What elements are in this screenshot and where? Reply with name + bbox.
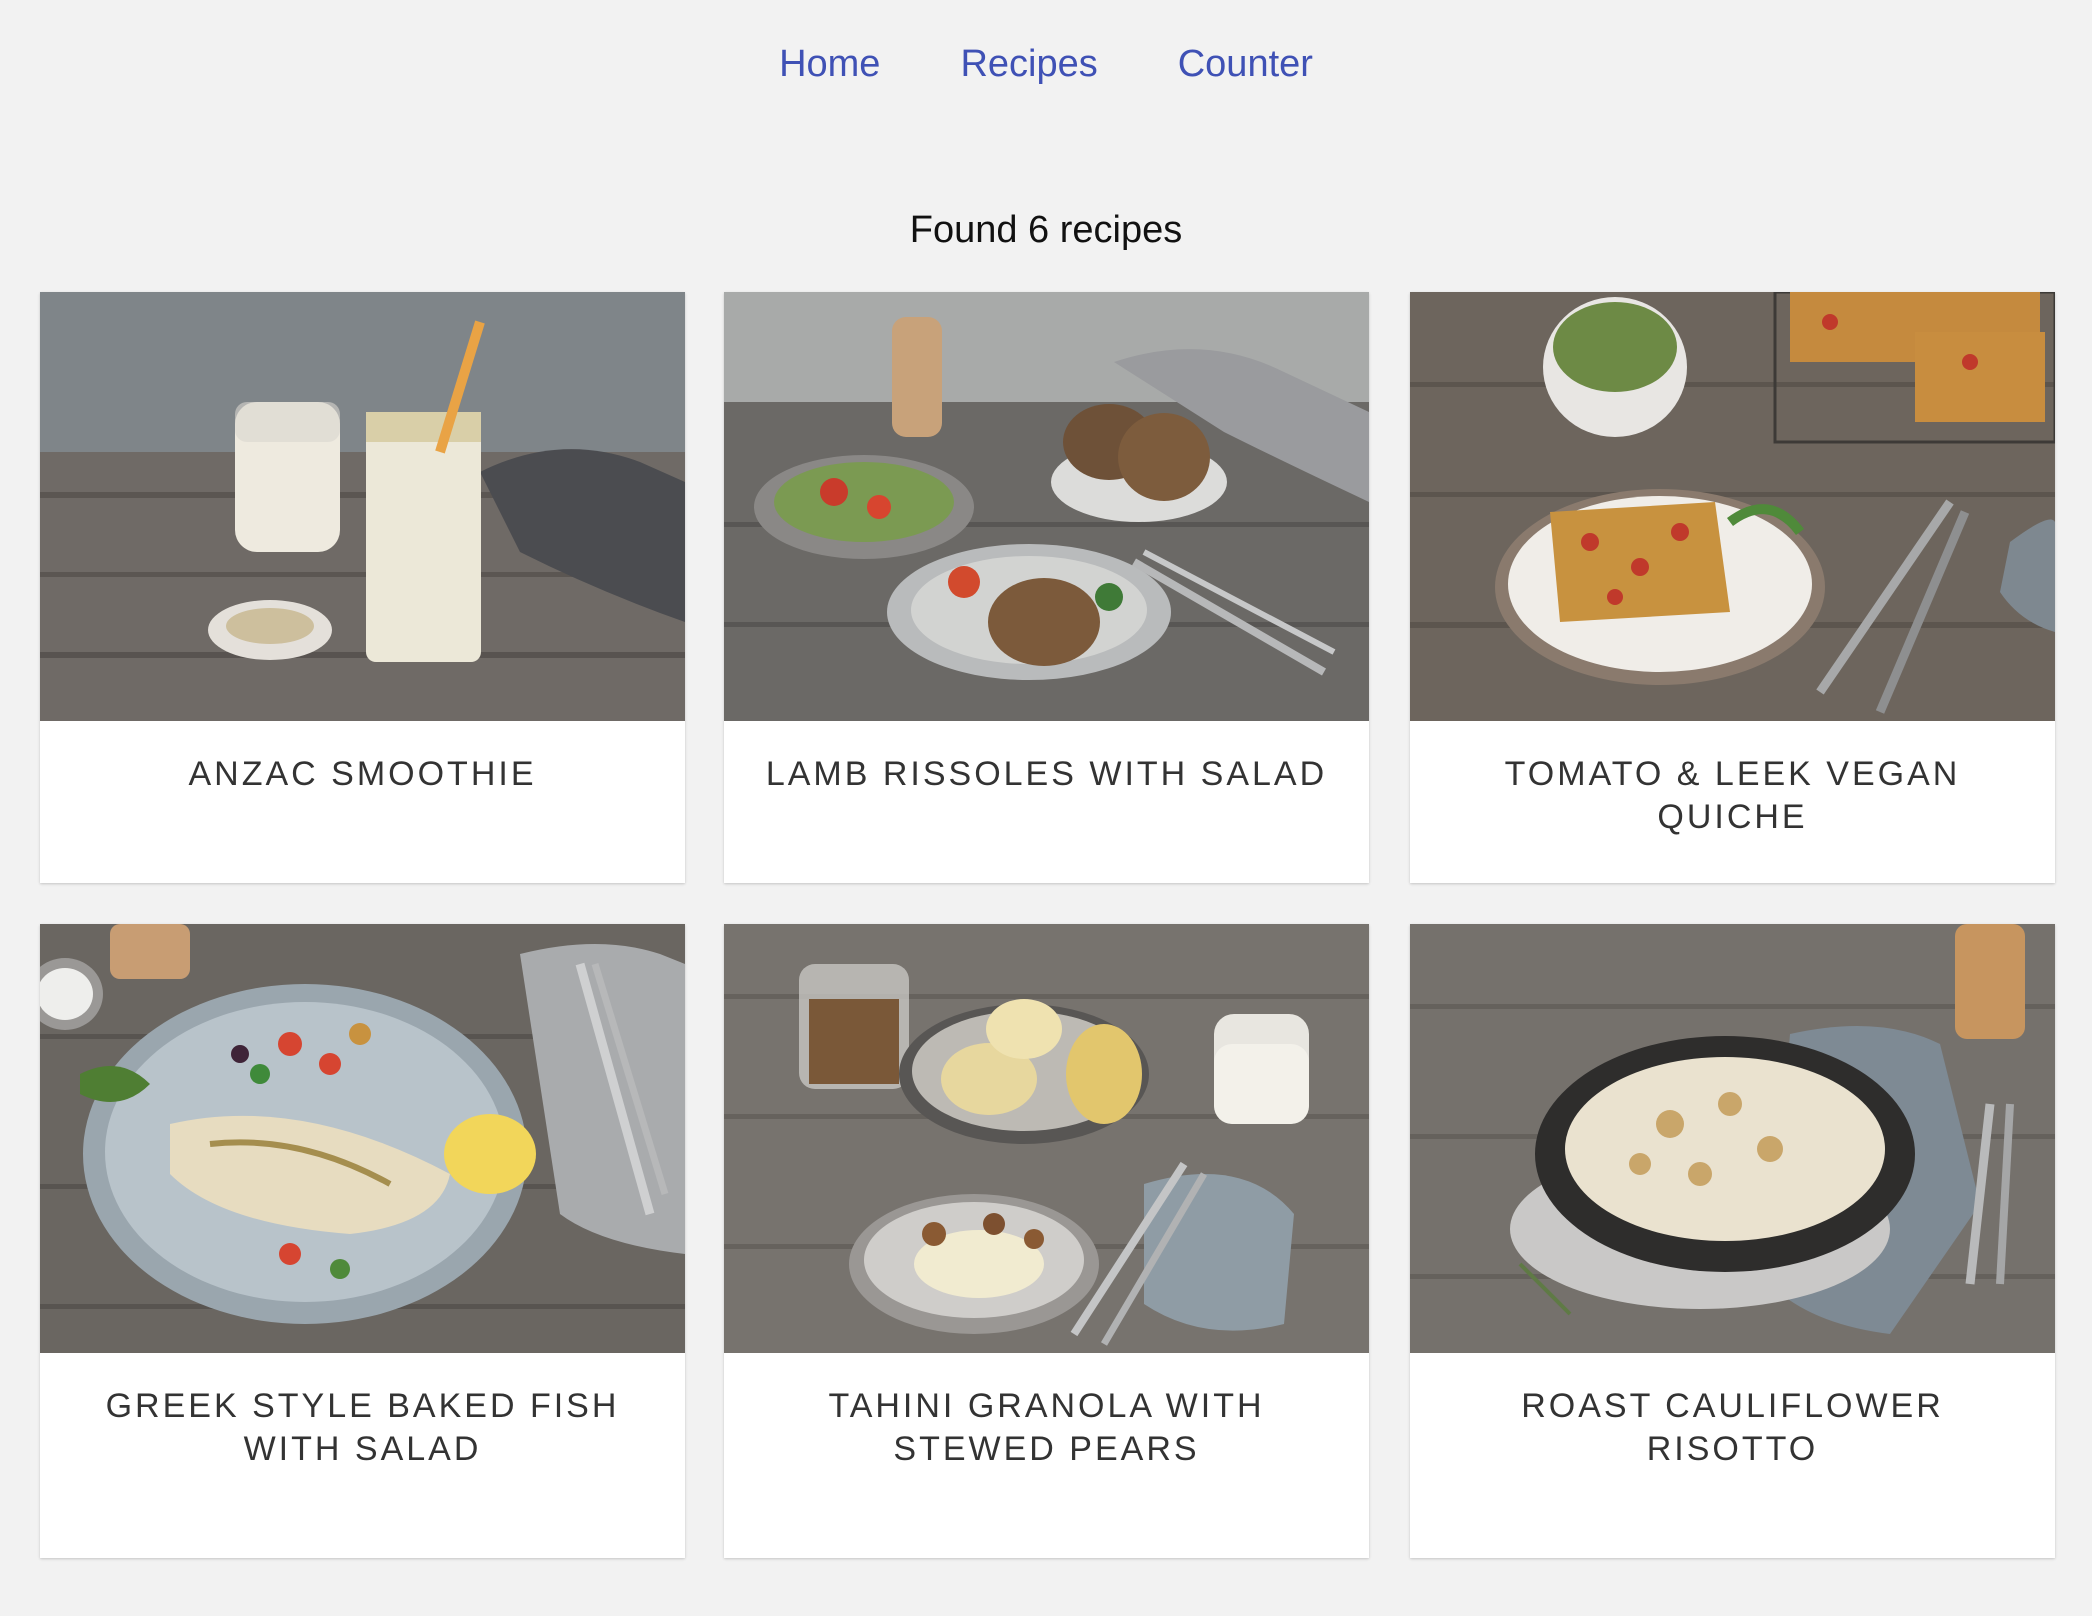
recipe-image (1410, 924, 2055, 1353)
top-nav: Home Recipes Counter (0, 38, 2092, 90)
recipe-card-greek-baked-fish[interactable]: GREEK STYLE BAKED FISH WITH SALAD (40, 924, 685, 1558)
results-count: Found 6 recipes (909, 209, 1183, 251)
recipe-title: GREEK STYLE BAKED FISH WITH SALAD (105, 1387, 620, 1468)
recipe-title: TOMATO & LEEK VEGAN QUICHE (1504, 755, 1961, 836)
nav-link-recipes[interactable]: Recipes (960, 38, 1097, 90)
recipe-card-roast-cauliflower-risotto[interactable]: ROAST CAULIFLOWER RISOTTO (1410, 924, 2055, 1558)
recipe-image (724, 924, 1369, 1353)
nav-link-counter[interactable]: Counter (1178, 38, 1313, 90)
recipe-image (40, 292, 685, 721)
nav-link-home[interactable]: Home (779, 38, 880, 90)
recipe-card-tomato-leek-quiche[interactable]: TOMATO & LEEK VEGAN QUICHE (1410, 292, 2055, 883)
recipe-card-lamb-rissoles[interactable]: LAMB RISSOLES WITH SALAD (724, 292, 1369, 883)
recipe-title: TAHINI GRANOLA WITH STEWED PEARS (828, 1387, 1265, 1468)
recipe-title: ANZAC SMOOTHIE (188, 755, 537, 793)
recipe-card-tahini-granola[interactable]: TAHINI GRANOLA WITH STEWED PEARS (724, 924, 1369, 1558)
recipe-image (724, 292, 1369, 721)
recipe-title: ROAST CAULIFLOWER RISOTTO (1521, 1387, 1944, 1468)
recipe-card-anzac-smoothie[interactable]: ANZAC SMOOTHIE (40, 292, 685, 883)
recipe-title: LAMB RISSOLES WITH SALAD (765, 755, 1328, 793)
recipe-image (1410, 292, 2055, 721)
recipe-image (40, 924, 685, 1353)
